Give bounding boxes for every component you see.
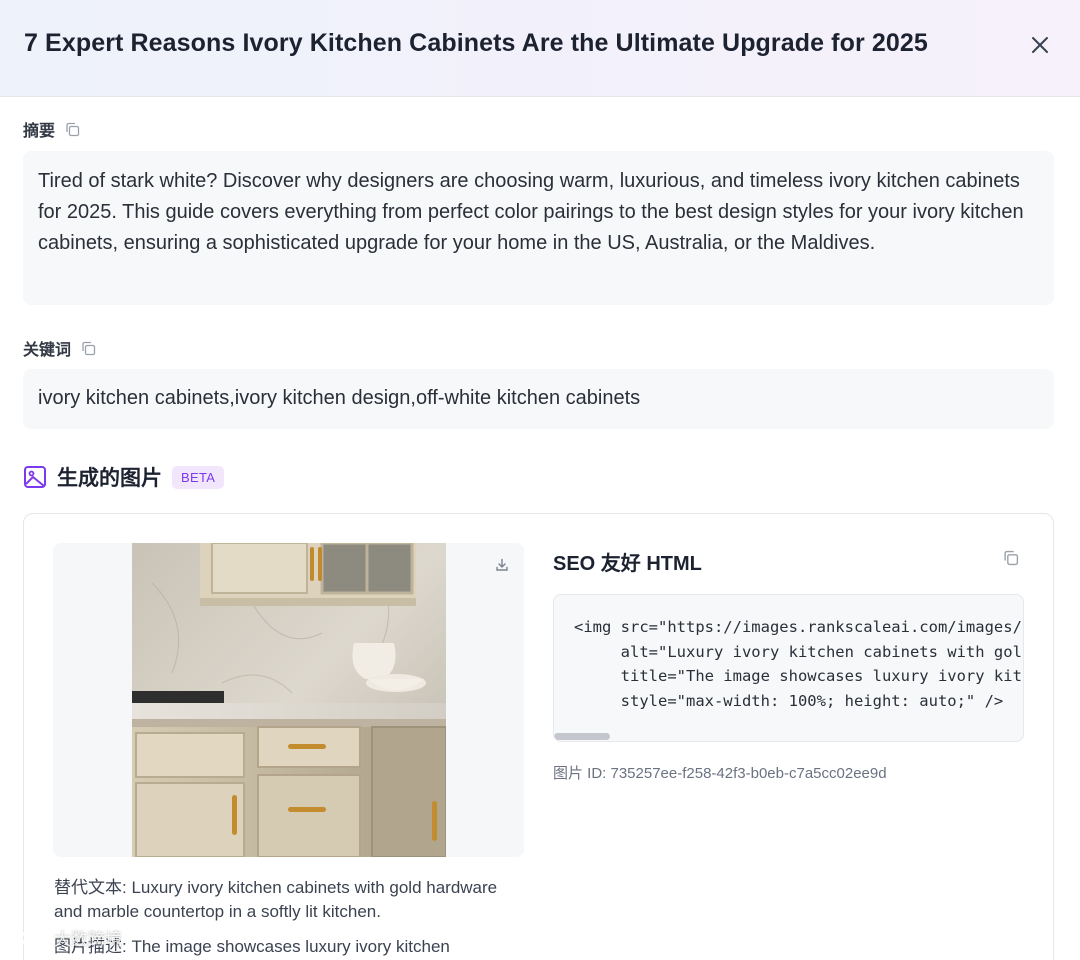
copy-icon (1004, 550, 1019, 566)
modal-header: 7 Expert Reasons Ivory Kitchen Cabinets … (0, 0, 1080, 97)
copy-summary-button[interactable] (63, 120, 81, 138)
generated-images-header: 生成的图片 BETA (23, 462, 225, 492)
code-line: title="The image showcases luxury ivory … (574, 667, 1022, 685)
watermark: 大数跨境 (8, 924, 122, 950)
download-button[interactable] (490, 553, 514, 577)
keywords-section-label: 关键词 (23, 336, 97, 360)
code-line: style="max-width: 100%; height: auto;" /… (574, 691, 1004, 710)
modal-title: 7 Expert Reasons Ivory Kitchen Cabinets … (24, 29, 928, 57)
copy-html-button[interactable] (1003, 550, 1019, 571)
keywords-label: 关键词 (23, 342, 72, 359)
horizontal-scrollbar[interactable] (554, 733, 610, 740)
generated-images-title: 生成的图片 (57, 467, 162, 490)
close-icon (1032, 37, 1048, 53)
seo-html-title: SEO 友好 HTML (553, 553, 702, 575)
code-line: <img src="https://images.rankscaleai.com… (574, 618, 1022, 636)
alt-text-caption: 替代文本: Luxury ivory kitchen cabinets with… (54, 878, 498, 921)
generated-image-card: 替代文本: Luxury ivory kitchen cabinets with… (23, 513, 1054, 960)
watermark-logo-icon (10, 927, 45, 946)
html-code-block[interactable]: <img src="https://images.rankscaleai.com… (553, 594, 1024, 742)
download-icon (496, 558, 508, 571)
image-id: 图片 ID: 735257ee-f258-42f3-b0eb-c7a5cc02e… (553, 765, 887, 782)
summary-label: 摘要 (23, 123, 56, 140)
html-code: <img src="https://images.rankscaleai.com… (574, 615, 1022, 713)
close-button[interactable] (1026, 31, 1054, 59)
code-line: alt="Luxury ivory kitchen cabinets with … (574, 642, 1022, 661)
watermark-text: 大数跨境 (54, 929, 122, 949)
copy-keywords-button[interactable] (79, 339, 97, 357)
copy-icon (65, 122, 79, 136)
image-description-caption: 图片描述: The image showcases luxury ivory k… (54, 937, 450, 956)
image-icon (24, 466, 46, 488)
summary-section-label: 摘要 (23, 117, 81, 141)
summary-text: Tired of stark white? Discover why desig… (23, 151, 1054, 305)
image-preview-area (53, 543, 524, 857)
beta-badge: BETA (172, 465, 225, 489)
kitchen-photo[interactable] (132, 543, 446, 857)
keywords-text: ivory kitchen cabinets,ivory kitchen des… (23, 369, 1054, 429)
copy-icon (81, 341, 95, 355)
